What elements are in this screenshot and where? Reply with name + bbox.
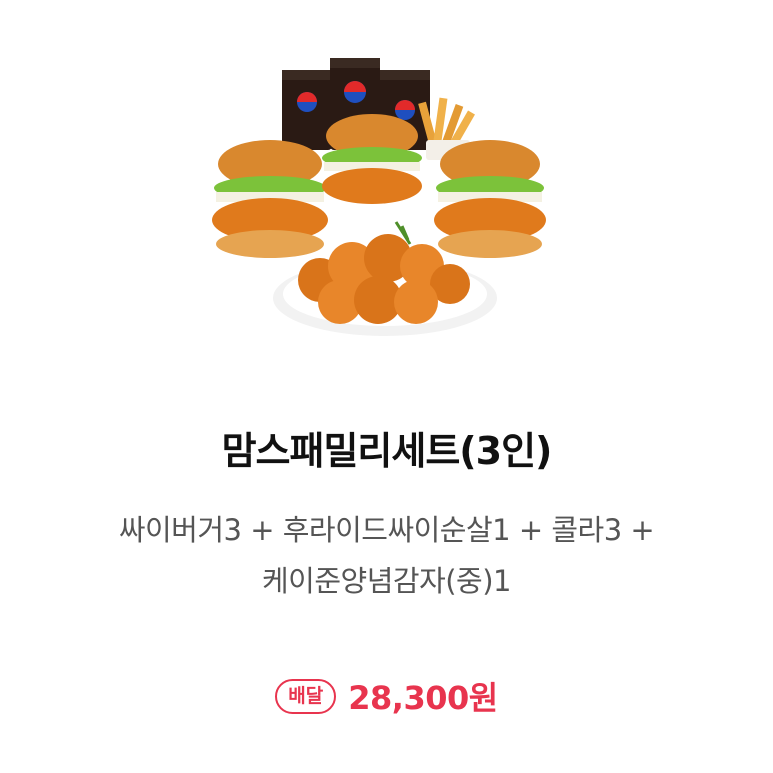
burger-center <box>322 114 422 204</box>
product-image[interactable] <box>200 40 580 350</box>
description-line-1: 싸이버거3 + 후라이드싸이순살1 + 콜라3 + <box>118 513 655 547</box>
product-description: 싸이버거3 + 후라이드싸이순살1 + 콜라3 + 케이준양념감자(중)1 <box>40 505 733 607</box>
description-line-2: 케이준양념감자(중)1 <box>261 564 512 598</box>
burger-right <box>434 140 546 258</box>
product-price: 28,300원 <box>348 679 498 717</box>
price-row: 배달 28,300원 <box>0 674 773 718</box>
delivery-badge: 배달 <box>275 678 337 714</box>
food-set-illustration <box>212 58 546 336</box>
product-title: 맘스패밀리세트(3인) <box>221 429 553 473</box>
burger-left <box>212 140 328 258</box>
product-card[interactable]: 맘스패밀리세트(3인) 싸이버거3 + 후라이드싸이순살1 + 콜라3 + 케이… <box>0 0 773 773</box>
